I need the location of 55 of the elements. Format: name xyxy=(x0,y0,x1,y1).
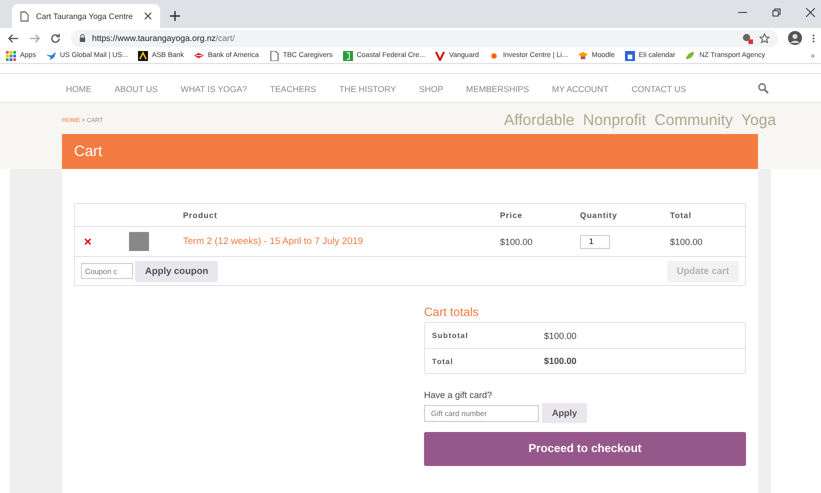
column-header: Price xyxy=(500,210,524,220)
leaf-icon xyxy=(685,50,696,60)
apply-button[interactable]: Apply xyxy=(542,403,588,423)
profile-icon[interactable] xyxy=(788,31,802,45)
column-header: Total xyxy=(670,210,693,220)
apply-coupon-button[interactable]: Apply coupon xyxy=(135,260,218,282)
price-cell-text: $100.00 xyxy=(500,236,534,246)
close-icon[interactable] xyxy=(806,8,815,16)
menu-icon[interactable] xyxy=(812,32,815,44)
gift-card-label: Have a gift card? xyxy=(424,390,494,400)
grid-icon xyxy=(6,50,16,60)
restore-icon[interactable] xyxy=(772,8,781,16)
column-header: Product xyxy=(183,210,218,220)
proceed-to-checkout-button[interactable]: Proceed to checkout xyxy=(424,432,746,466)
logo-icon xyxy=(138,50,148,60)
hat-icon xyxy=(578,50,588,60)
lock-icon xyxy=(79,34,86,42)
page-title: Cart xyxy=(74,143,102,160)
total-cell-text: $100.00 xyxy=(670,236,704,246)
tab-title: Cart Tauranga Yoga Centre xyxy=(36,12,134,20)
more-bookmarks-button[interactable]: » xyxy=(810,51,815,60)
close-icon[interactable] xyxy=(144,12,152,20)
letter-v-icon xyxy=(435,50,446,60)
search-icon[interactable] xyxy=(758,83,769,94)
column-header: Quantity xyxy=(580,210,618,220)
nav-link[interactable]: SHOP xyxy=(419,84,444,94)
totals-value: $100.00 xyxy=(544,356,577,366)
address-bar[interactable]: https://www.taurangayoga.org.nz/cart/ xyxy=(71,30,778,46)
nav-link[interactable]: THE HISTORY xyxy=(339,84,396,94)
nav-link[interactable]: HOME xyxy=(66,84,92,94)
url-text: https://www.taurangayoga.org.nz/cart/ xyxy=(92,33,235,43)
calendar-icon xyxy=(624,50,635,60)
nav-link[interactable]: MY ACCOUNT xyxy=(552,84,609,94)
tagline: Affordable Nonprofit Community Yoga xyxy=(504,112,776,130)
new-tab-icon[interactable] xyxy=(170,11,180,21)
back-icon[interactable] xyxy=(8,32,19,44)
dot-icon xyxy=(488,50,499,60)
cart-totals-heading: Cart totals xyxy=(424,305,480,319)
logo-icon xyxy=(342,50,353,60)
flag-icon xyxy=(194,50,204,60)
reload-icon[interactable] xyxy=(50,32,61,44)
nav-link[interactable]: WHAT IS YOGA? xyxy=(180,84,247,94)
star-icon[interactable] xyxy=(759,32,770,44)
quantity-field[interactable]: 1 xyxy=(580,234,610,248)
bird-icon xyxy=(46,50,56,60)
remove-item-button[interactable]: × xyxy=(84,234,92,249)
page-icon xyxy=(268,50,279,60)
nav-link[interactable]: CONTACT US xyxy=(632,84,686,94)
photo-placeholder xyxy=(129,232,149,251)
nav-link[interactable]: ABOUT US xyxy=(114,84,158,94)
nav-link[interactable]: MEMBERSHIPS xyxy=(466,84,529,94)
nav-link[interactable]: TEACHERS xyxy=(270,84,316,94)
totals-value: $100.00 xyxy=(544,330,577,340)
browser-tab[interactable]: Cart Tauranga Yoga Centre xyxy=(12,4,160,28)
page-icon xyxy=(20,10,29,22)
